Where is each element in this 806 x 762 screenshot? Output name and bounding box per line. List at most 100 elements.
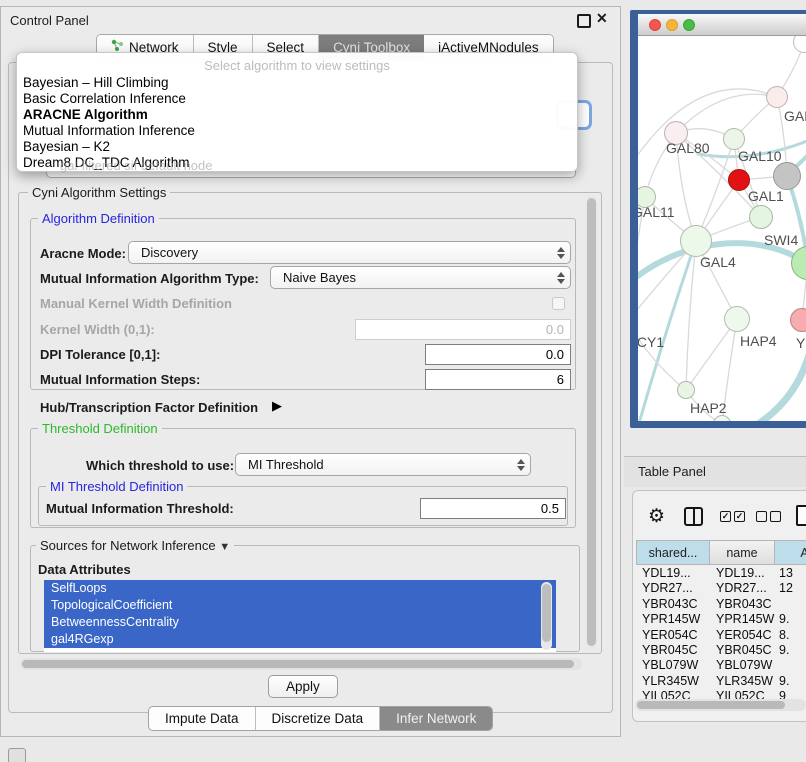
close-traffic-light-icon[interactable]: [649, 19, 661, 31]
network-node-gal4[interactable]: [680, 225, 712, 257]
manual-kernel-checkbox[interactable]: [552, 297, 565, 310]
node-label: HAP4: [740, 333, 777, 349]
tab-label: Infer Network: [396, 711, 476, 726]
tab-infer-network[interactable]: Infer Network: [380, 707, 492, 730]
node-label: GAL11: [638, 204, 675, 220]
unchecked-box-icon: [756, 511, 767, 522]
threshold-definition-title: Threshold Definition: [38, 421, 162, 436]
network-node[interactable]: [766, 86, 788, 108]
dpi-tolerance-field[interactable]: 0.0: [425, 344, 571, 365]
network-node-red[interactable]: [728, 169, 750, 191]
network-node-hap4[interactable]: [724, 306, 750, 332]
node-label: GCY1: [638, 334, 664, 350]
gear-icon[interactable]: ⚙: [648, 505, 665, 528]
cell: 8.: [775, 628, 806, 643]
dropdown-item[interactable]: Bayesian – K2: [17, 139, 577, 155]
float-window-icon[interactable]: [577, 14, 591, 28]
dpi-tolerance-label: DPI Tolerance [0,1]:: [40, 347, 160, 362]
combo-arrows-icon: [512, 459, 530, 471]
table-body: YDL19... YDL19... 13 YDR27... YDR27... 1…: [636, 566, 806, 705]
mi-algorithm-type-combo[interactable]: Naive Bayes: [270, 266, 571, 289]
network-node-hap2[interactable]: [677, 381, 695, 399]
cell: YER054C: [636, 628, 710, 643]
attributes-scrollbar-track[interactable]: [541, 582, 552, 650]
settings-hscrollbar-track[interactable]: [20, 658, 582, 670]
mi-threshold-field[interactable]: 0.5: [420, 498, 566, 519]
apply-button[interactable]: Apply: [268, 675, 338, 698]
data-attributes-list: SelfLoops TopologicalCoefficient Between…: [44, 580, 556, 652]
column-header-partial[interactable]: A: [775, 540, 806, 565]
document-icon[interactable]: [796, 505, 806, 526]
select-all-checkboxes-icon[interactable]: ✓✓: [720, 511, 748, 529]
minimized-panel-icon[interactable]: [8, 748, 26, 762]
dropdown-item[interactable]: Mutual Information Inference: [17, 123, 577, 139]
network-node-gal10[interactable]: [723, 128, 745, 150]
settings-hscrollbar-thumb[interactable]: [22, 660, 574, 668]
attribute-item-selected[interactable]: BetweennessCentrality: [44, 614, 556, 631]
minimize-traffic-light-icon[interactable]: [666, 19, 678, 31]
table-row[interactable]: YBR043C YBR043C: [636, 597, 806, 612]
node-label: Y: [796, 335, 805, 351]
cell: YDL19...: [636, 566, 710, 581]
dropdown-item[interactable]: Basic Correlation Inference: [17, 91, 577, 107]
cell: YLR345W: [710, 674, 775, 689]
hub-definition-label[interactable]: Hub/Transcription Factor Definition: [40, 400, 258, 415]
node-label: GAL4: [700, 254, 736, 270]
table-row[interactable]: YDR27... YDR27... 12: [636, 581, 806, 596]
dropdown-item-selected[interactable]: ARACNE Algorithm: [17, 107, 577, 123]
mi-threshold-definition-title: MI Threshold Definition: [46, 479, 187, 494]
tab-impute-data[interactable]: Impute Data: [149, 707, 256, 730]
kernel-width-field[interactable]: 0.0: [355, 319, 571, 340]
kernel-width-label: Kernel Width (0,1):: [40, 322, 155, 337]
tab-discretize-data[interactable]: Discretize Data: [256, 707, 381, 730]
settings-scrollbar-thumb[interactable]: [587, 198, 596, 646]
split-columns-icon[interactable]: [684, 507, 703, 526]
cell: 9.: [775, 674, 806, 689]
attributes-scrollbar-thumb[interactable]: [542, 584, 551, 642]
table-hscrollbar-thumb[interactable]: [637, 701, 785, 709]
cell: YBR043C: [710, 597, 775, 612]
dropdown-item[interactable]: Bayesian – Hill Climbing: [17, 75, 577, 91]
node-label: GAL: [784, 108, 806, 124]
node-label: GAL10: [738, 148, 782, 164]
table-row[interactable]: YDL19... YDL19... 13: [636, 566, 806, 581]
table-row[interactable]: YLR345W YLR345W 9.: [636, 674, 806, 689]
column-header-shared-name[interactable]: shared...: [636, 540, 710, 565]
network-window-titlebar[interactable]: [638, 14, 806, 36]
which-threshold-label: Which threshold to use:: [86, 458, 234, 473]
network-node-gal1[interactable]: [749, 205, 773, 229]
cell: YDR27...: [710, 581, 775, 596]
attribute-item-selected[interactable]: gal4RGexp: [44, 631, 556, 648]
table-row[interactable]: YBL079W YBL079W: [636, 658, 806, 673]
collapse-arrow-icon[interactable]: ▼: [219, 541, 230, 553]
checked-box-icon: ✓: [734, 511, 745, 522]
data-attributes-label: Data Attributes: [38, 562, 131, 577]
network-canvas[interactable]: GAL GAL80 GAL10 GAL1 GAL11 SWI4 GAL4 GCY…: [638, 36, 806, 421]
aracne-mode-combo[interactable]: Discovery: [128, 241, 571, 264]
which-threshold-combo[interactable]: MI Threshold: [235, 453, 531, 476]
column-header-name[interactable]: name: [710, 540, 775, 565]
zoom-traffic-light-icon[interactable]: [683, 19, 695, 31]
cell: YBL079W: [636, 658, 710, 673]
dropdown-prompt: Select algorithm to view settings: [17, 56, 577, 75]
expander-arrow-icon[interactable]: ▶: [272, 398, 282, 414]
node-label: GAL80: [666, 140, 710, 156]
dropdown-item[interactable]: Dream8 DC_TDC Algorithm: [17, 155, 577, 171]
network-node-gray[interactable]: [773, 162, 801, 190]
mi-steps-field[interactable]: 6: [425, 369, 571, 390]
cell: YPR145W: [636, 612, 710, 627]
sources-title-text: Sources for Network Inference: [40, 538, 216, 553]
table-row[interactable]: YER054C YER054C 8.: [636, 628, 806, 643]
table-hscrollbar-track[interactable]: [635, 699, 806, 711]
cell: YBL079W: [710, 658, 775, 673]
attribute-item-selected[interactable]: TopologicalCoefficient: [44, 597, 556, 614]
close-icon[interactable]: ✕: [596, 10, 608, 27]
sources-title[interactable]: Sources for Network Inference ▼: [36, 538, 234, 553]
cell: 13: [775, 566, 806, 581]
table-row[interactable]: YBR045C YBR045C 9.: [636, 643, 806, 658]
settings-scrollbar-track[interactable]: [586, 196, 597, 650]
attribute-item-selected[interactable]: SelfLoops: [44, 580, 556, 597]
deselect-all-checkboxes-icon[interactable]: [756, 511, 784, 529]
aracne-mode-label: Aracne Mode:: [40, 246, 126, 261]
table-row[interactable]: YPR145W YPR145W 9.: [636, 612, 806, 627]
